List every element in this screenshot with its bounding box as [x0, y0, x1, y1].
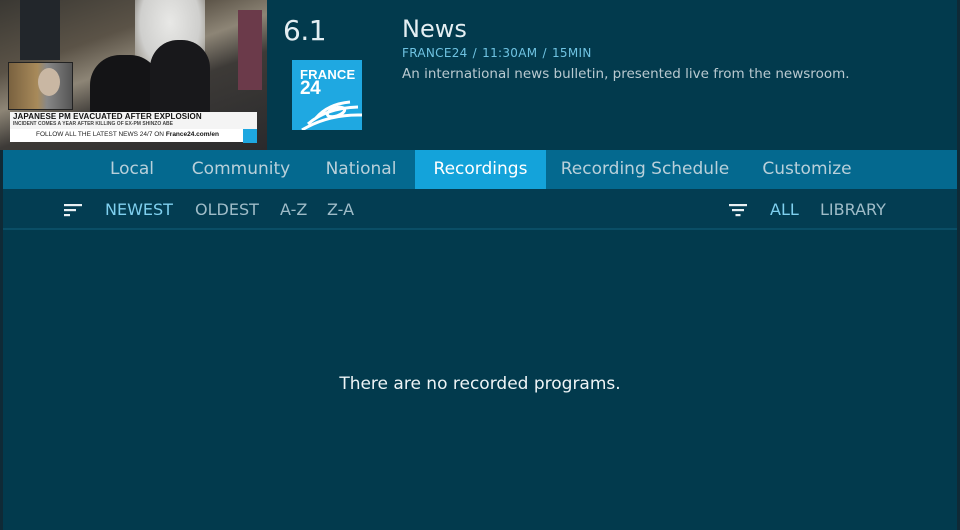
video-scene-shape	[238, 10, 262, 90]
video-scene-shape	[150, 40, 210, 115]
tab-community[interactable]: Community	[181, 150, 301, 189]
program-description: An international news bulletin, presente…	[402, 66, 850, 82]
sort-z-a[interactable]: Z-A	[327, 189, 354, 230]
video-channel-bug-icon	[243, 129, 257, 143]
video-inset-face	[38, 68, 60, 96]
tab-recording-schedule[interactable]: Recording Schedule	[555, 150, 735, 189]
sort-oldest[interactable]: OLDEST	[195, 189, 259, 230]
video-ticker: FOLLOW ALL THE LATEST NEWS 24/7 ON Franc…	[36, 131, 219, 138]
tab-local[interactable]: Local	[93, 150, 171, 189]
empty-recordings-message: There are no recorded programs.	[339, 374, 621, 394]
channel-logo-number: 24	[300, 78, 321, 99]
tab-customize[interactable]: Customize	[751, 150, 863, 189]
sort-icon[interactable]	[64, 202, 84, 218]
tab-national[interactable]: National	[313, 150, 409, 189]
sort-a-z[interactable]: A-Z	[280, 189, 307, 230]
filter-icon[interactable]	[728, 202, 748, 218]
video-ticker-url: France24.com/en	[165, 131, 219, 138]
program-meta: FRANCE24 / 11:30AM / 15MIN	[402, 46, 592, 60]
video-headline: JAPANESE PM EVACUATED AFTER EXPLOSION	[13, 112, 202, 121]
guide-tabs: Local Community National Recordings Reco…	[3, 150, 957, 189]
live-video-preview[interactable]: JAPANESE PM EVACUATED AFTER EXPLOSION IN…	[0, 0, 267, 150]
tab-recordings[interactable]: Recordings	[415, 150, 546, 189]
filter-library[interactable]: LIBRARY	[820, 189, 886, 230]
channel-logo: FRANCE 24	[292, 60, 362, 130]
program-title: News	[402, 15, 467, 43]
video-ticker-text: FOLLOW ALL THE LATEST NEWS 24/7 ON	[36, 131, 166, 138]
video-scene-shape	[20, 0, 60, 60]
video-subheadline: INCIDENT COMES A YEAR AFTER KILLING OF E…	[13, 121, 174, 127]
filter-all[interactable]: ALL	[770, 189, 799, 230]
sort-filter-bar: NEWEST OLDEST A-Z Z-A ALL LIBRARY	[3, 189, 957, 230]
channel-number: 6.1	[283, 14, 327, 47]
sort-newest[interactable]: NEWEST	[105, 189, 173, 230]
